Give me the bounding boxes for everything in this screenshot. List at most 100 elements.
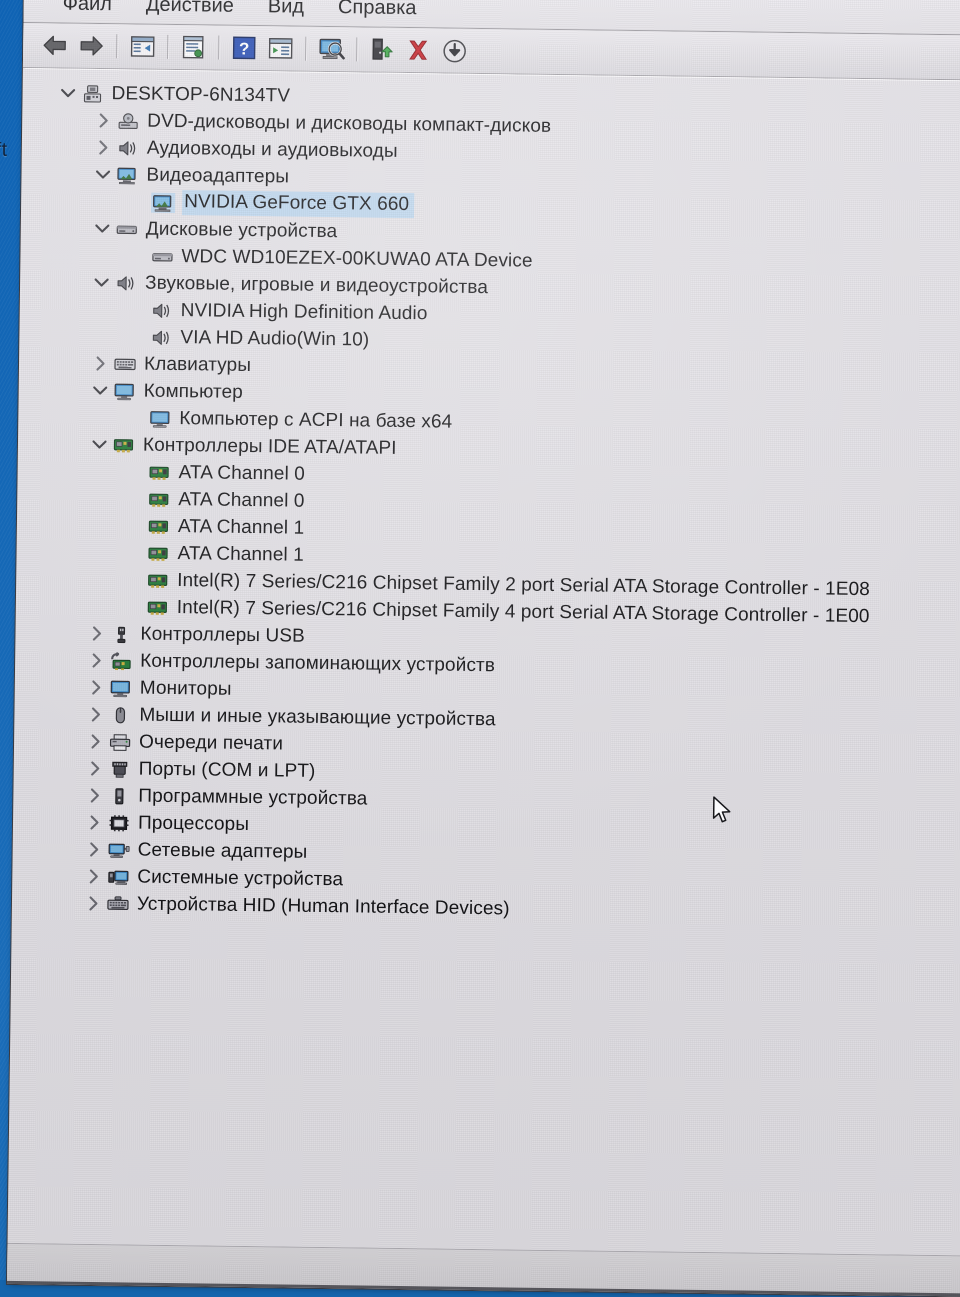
back-arrow-icon[interactable] <box>37 27 73 63</box>
chevron-right-icon[interactable] <box>82 761 108 776</box>
disk-drive-icon <box>150 246 174 266</box>
tree-node-label: ATA Channel 0 <box>178 489 305 513</box>
chevron-right-icon[interactable] <box>83 680 109 695</box>
chevron-down-icon[interactable] <box>55 87 81 98</box>
hid-device-icon <box>106 894 130 914</box>
printer-icon <box>108 732 132 752</box>
tree-node-label: Устройства HID (Human Interface Devices) <box>137 893 510 920</box>
tree-node-label: NVIDIA High Definition Audio <box>181 300 428 325</box>
tree-node-label: Мониторы <box>140 677 232 700</box>
audio-icon <box>149 327 173 347</box>
uninstall-device-icon[interactable] <box>400 32 436 68</box>
computer-root-icon <box>80 83 104 103</box>
tree-node-label: Контроллеры запоминающих устройств <box>140 650 495 677</box>
tree-node-label: Контроллеры IDE ATA/ATAPI <box>143 434 397 459</box>
software-device-icon <box>107 786 131 806</box>
chevron-down-icon[interactable] <box>87 385 113 396</box>
chevron-right-icon[interactable] <box>81 788 107 803</box>
chevron-down-icon[interactable] <box>89 223 115 234</box>
processor-icon <box>107 813 131 833</box>
toolbar-separator <box>116 34 117 58</box>
tree-node-label: NVIDIA GeForce GTX 660 <box>182 190 414 218</box>
help-icon[interactable]: ? <box>226 30 262 66</box>
menu-help[interactable]: Справка <box>321 0 434 23</box>
tree-node-label: Компьютер <box>144 380 244 403</box>
tree-node-label: Сетевые адаптеры <box>138 839 308 863</box>
tree-node-label: Порты (COM и LPT) <box>139 758 316 782</box>
chevron-down-icon[interactable] <box>89 169 115 180</box>
chevron-right-icon[interactable] <box>82 734 108 749</box>
menu-file[interactable]: Файл <box>46 0 130 19</box>
monitor-icon <box>113 381 137 401</box>
toolbar-separator <box>305 37 306 61</box>
chevron-right-icon[interactable] <box>83 626 109 641</box>
chevron-right-icon[interactable] <box>81 842 107 857</box>
chevron-right-icon[interactable] <box>82 707 108 722</box>
show-console-tree-icon[interactable] <box>124 28 160 64</box>
ide-controller-icon <box>147 462 171 482</box>
menu-view[interactable]: Вид <box>251 0 322 21</box>
tree-node-label: DVD-дисководы и дисководы компакт-дисков <box>147 110 551 137</box>
properties-icon[interactable] <box>175 29 211 65</box>
tree-node-label: ATA Channel 0 <box>178 462 305 486</box>
scan-hardware-changes-icon[interactable] <box>313 31 349 67</box>
chevron-right-icon[interactable] <box>83 653 109 668</box>
toolbar-separator <box>356 37 357 61</box>
tree-node-label: ATA Channel 1 <box>177 543 304 567</box>
toolbar-separator <box>167 35 168 59</box>
ide-controller-icon <box>146 597 170 617</box>
tree-node-label: Контроллеры USB <box>140 623 305 647</box>
tree-node-label: Процессоры <box>138 812 249 835</box>
audio-icon <box>114 273 138 293</box>
display-adapter-icon <box>115 165 139 185</box>
menu-action[interactable]: Действие <box>129 0 251 20</box>
show-hidden-devices-icon[interactable] <box>262 30 298 66</box>
tree-node-label: ATA Channel 1 <box>178 516 305 540</box>
keyboard-icon <box>113 354 137 374</box>
svg-text:?: ? <box>239 39 250 58</box>
port-icon <box>108 759 132 779</box>
device-tree: DESKTOP-6N134TV DVD-дисководы и дисководы… <box>14 69 960 929</box>
ide-controller-icon <box>146 570 170 590</box>
tree-node-label: Мыши и иные указывающие устройства <box>139 704 495 731</box>
disk-drive-icon <box>115 219 139 239</box>
chevron-right-icon[interactable] <box>90 140 116 155</box>
ide-controller-icon <box>146 543 170 563</box>
dvd-drive-icon <box>116 111 140 131</box>
system-device-icon <box>106 867 130 887</box>
audio-icon <box>150 300 174 320</box>
update-driver-icon[interactable] <box>364 31 400 67</box>
usb-icon <box>109 624 133 644</box>
tree-node-label: WDC WD10EZEX-00KUWA0 ATA Device <box>181 246 532 273</box>
ide-controller-icon <box>147 489 171 509</box>
chevron-right-icon[interactable] <box>90 113 116 128</box>
chevron-right-icon[interactable] <box>80 869 106 884</box>
ide-controller-icon <box>112 435 136 455</box>
tree-node-label: Звуковые, игровые и видеоустройства <box>145 272 488 298</box>
tree-node-label: Очереди печати <box>139 731 283 755</box>
chevron-down-icon[interactable] <box>88 277 114 288</box>
tree-node-label: VIA HD Audio(Win 10) <box>180 327 369 351</box>
chevron-right-icon[interactable] <box>80 896 106 911</box>
monitor-icon <box>148 408 172 428</box>
tree-node-label: Системные устройства <box>137 866 343 891</box>
display-adapter-icon <box>151 192 175 212</box>
tree-node-label: Компьютер с ACPI на базе x64 <box>179 408 452 434</box>
audio-icon <box>116 138 140 158</box>
toolbar-separator <box>218 36 219 60</box>
forward-arrow-icon[interactable] <box>73 28 109 64</box>
chevron-right-icon[interactable] <box>81 815 107 830</box>
ide-controller-icon <box>147 516 171 536</box>
tree-node-label: Клавиатуры <box>144 353 251 376</box>
storage-controller-icon <box>109 651 133 671</box>
desktop-icon-label-fragment: ft <box>0 140 8 162</box>
device-manager-window: Файл Действие Вид Справка <box>7 0 960 1297</box>
chevron-down-icon[interactable] <box>86 439 112 450</box>
disable-device-icon[interactable] <box>436 32 472 68</box>
tree-node-label: Видеоадаптеры <box>146 164 289 188</box>
chevron-right-icon[interactable] <box>87 356 113 371</box>
tree-node-label: Программные устройства <box>138 785 367 810</box>
tree-node-label: DESKTOP-6N134TV <box>111 83 290 107</box>
tree-node-label: Аудиовходы и аудиовыходы <box>147 137 398 162</box>
device-tree-pane[interactable]: DESKTOP-6N134TV DVD-дисководы и дисководы… <box>10 68 960 1255</box>
